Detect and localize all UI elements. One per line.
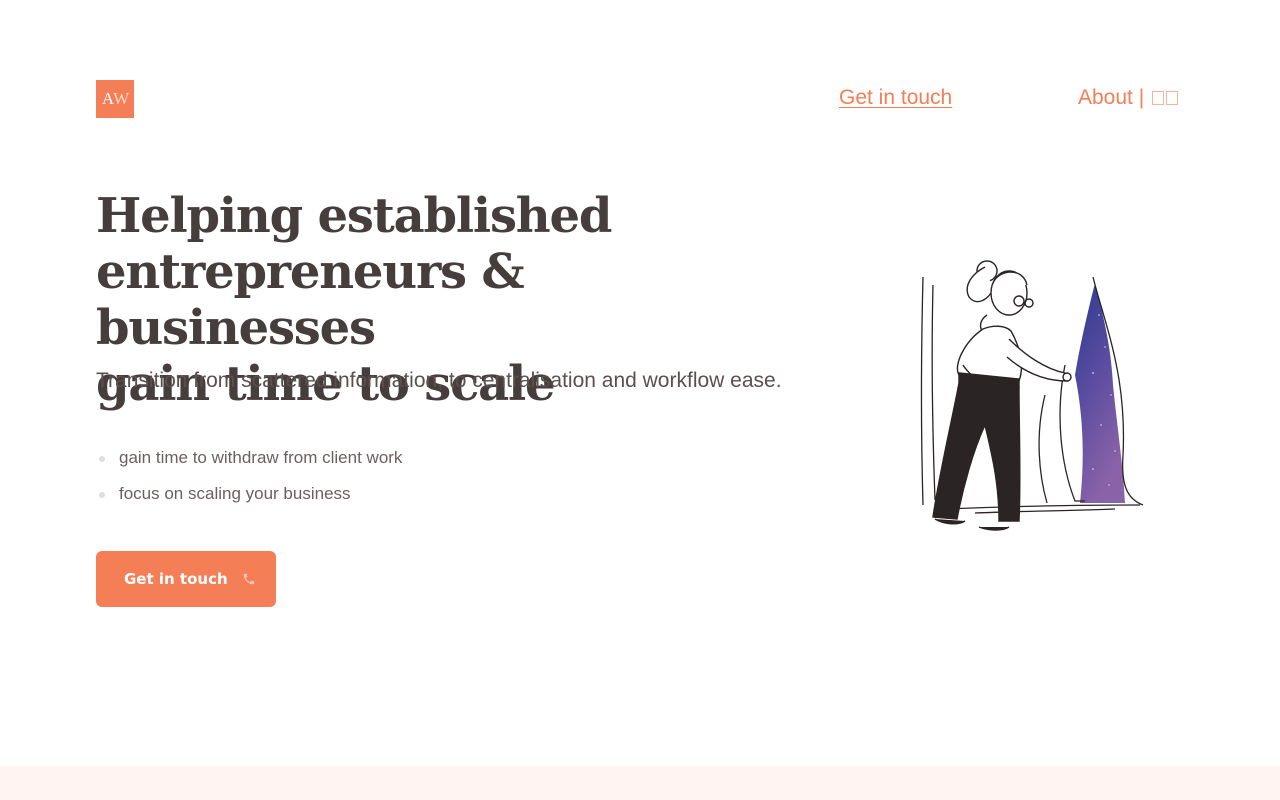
- flag-icon[interactable]: [1166, 91, 1179, 105]
- logo-letter-w: W: [113, 89, 129, 108]
- headline-line: Helping established: [96, 188, 612, 244]
- footer-band: [0, 766, 1280, 800]
- logo-letter-a: A: [101, 89, 114, 108]
- flag-icon[interactable]: [1152, 91, 1165, 105]
- headline-line: entrepreneurs & businesses: [96, 244, 525, 356]
- nav-about-link[interactable]: About |: [1078, 86, 1179, 110]
- get-in-touch-button[interactable]: Get in touch: [96, 551, 276, 607]
- nav-about-label: About |: [1078, 86, 1145, 109]
- page: AW Get in touch About | Helping establis…: [0, 0, 1280, 800]
- cta-label: Get in touch: [124, 570, 228, 588]
- brand-logo[interactable]: AW: [96, 80, 134, 118]
- hero-subline: Transition from scattered information, t…: [96, 369, 782, 392]
- benefit-item: gain time to withdraw from client work: [96, 440, 402, 476]
- phone-icon: [242, 572, 256, 586]
- benefit-list: gain time to withdraw from client work f…: [96, 440, 402, 512]
- nav-get-in-touch-link[interactable]: Get in touch: [839, 86, 952, 110]
- woman-opening-curtain-illustration: [915, 255, 1150, 540]
- benefit-item: focus on scaling your business: [96, 476, 402, 512]
